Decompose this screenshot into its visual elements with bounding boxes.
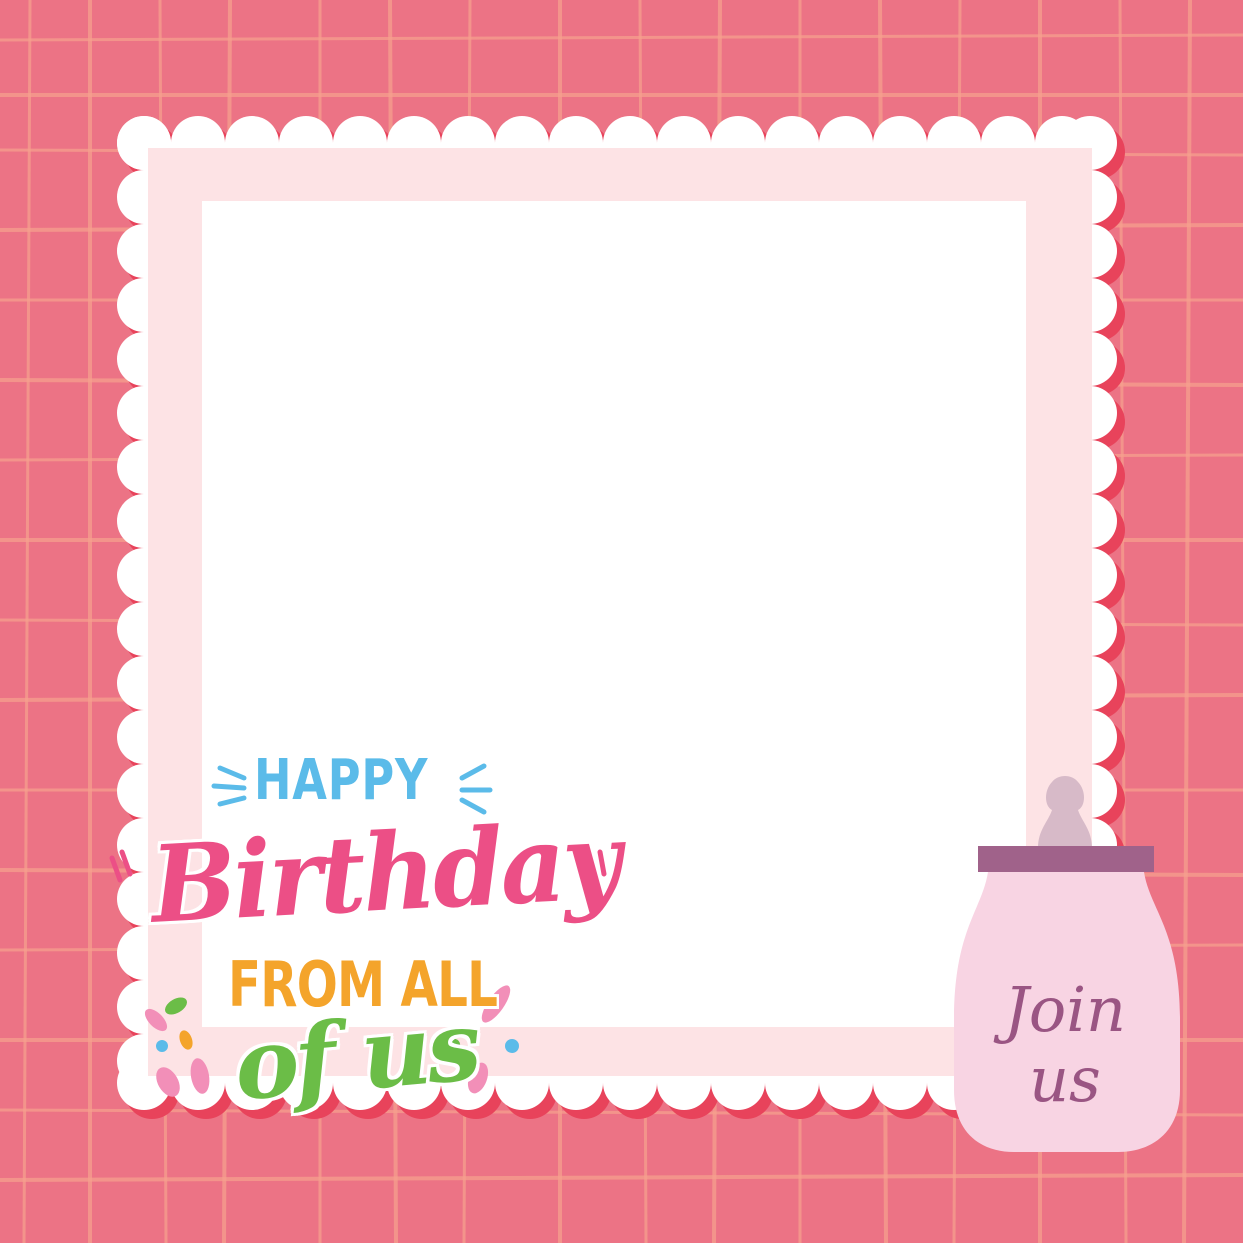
bottle-ring: [978, 846, 1154, 872]
greeting-happy: HAPPY: [254, 748, 429, 813]
bottle-label-us: us: [1029, 1043, 1101, 1116]
bottle-nipple: [1038, 776, 1092, 848]
bottle-label-join: Join: [1004, 973, 1126, 1046]
greeting-birthday: Birthday: [148, 797, 622, 947]
greeting-of-us: of us: [230, 988, 482, 1123]
